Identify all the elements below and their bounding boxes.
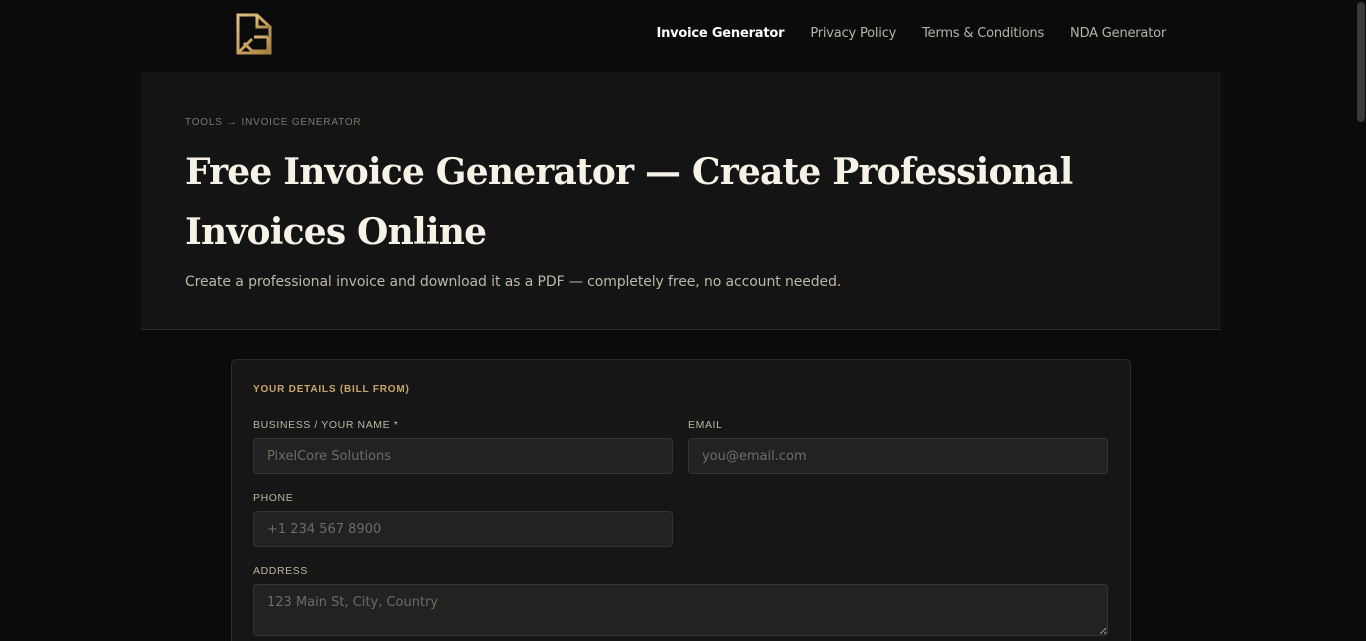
nav-nda-generator[interactable]: NDA Generator: [1070, 26, 1166, 41]
business-name-input[interactable]: [253, 438, 673, 474]
scrollbar-thumb[interactable]: [1357, 2, 1365, 122]
nav-invoice-generator[interactable]: Invoice Generator: [656, 26, 784, 41]
bill-from-card: YOUR DETAILS (BILL FROM) BUSINESS / YOUR…: [231, 359, 1131, 641]
top-nav-bar: Invoice Generator Privacy Policy Terms &…: [0, 0, 1356, 72]
nav-terms-conditions[interactable]: Terms & Conditions: [922, 26, 1044, 41]
breadcrumb-root[interactable]: TOOLS: [185, 117, 223, 128]
document-g-logo-icon[interactable]: [235, 13, 273, 57]
breadcrumb: TOOLS → INVOICE GENERATOR: [185, 117, 361, 128]
email-input[interactable]: [688, 438, 1108, 474]
address-label: ADDRESS: [253, 565, 308, 577]
page-subtitle: Create a professional invoice and downlo…: [185, 274, 842, 290]
page: Invoice Generator Privacy Policy Terms &…: [0, 0, 1366, 641]
email-label: EMAIL: [688, 419, 723, 431]
breadcrumb-arrow-icon: →: [226, 117, 238, 128]
address-textarea[interactable]: [253, 584, 1108, 636]
nav-privacy-policy[interactable]: Privacy Policy: [810, 26, 896, 41]
page-scrollbar[interactable]: [1356, 0, 1366, 641]
business-name-label: BUSINESS / YOUR NAME *: [253, 419, 399, 431]
phone-input[interactable]: [253, 511, 673, 547]
breadcrumb-current: INVOICE GENERATOR: [241, 117, 362, 128]
main-nav: Invoice Generator Privacy Policy Terms &…: [656, 26, 1166, 41]
page-title: Free Invoice Generator — Create Professi…: [185, 151, 1073, 253]
hero-section: TOOLS → INVOICE GENERATOR Free Invoice Gen…: [141, 72, 1221, 330]
phone-label: PHONE: [253, 492, 294, 504]
section-title: YOUR DETAILS (BILL FROM): [253, 384, 410, 395]
